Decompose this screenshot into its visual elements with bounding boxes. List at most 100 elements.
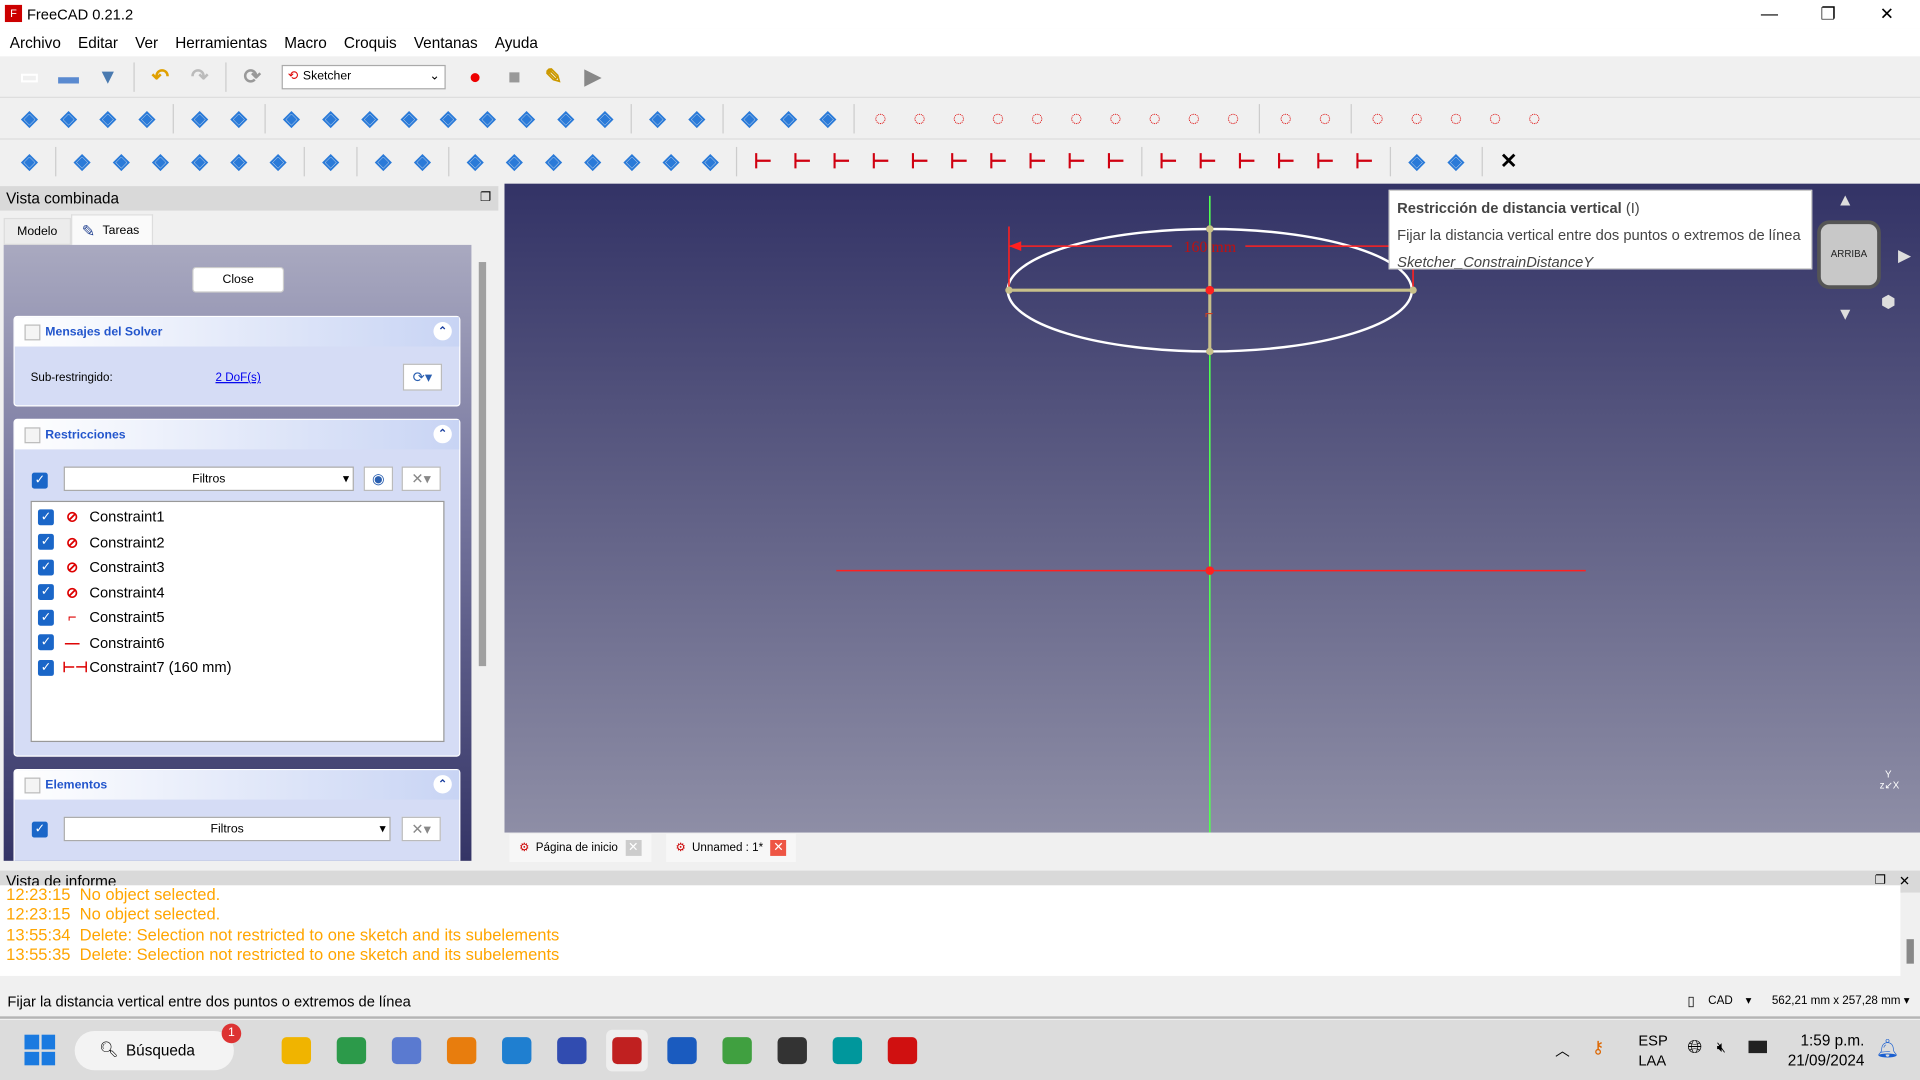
constraint-row[interactable]: ✓ ⊢⊣ Constraint7 (160 mm)	[32, 655, 443, 680]
view-section-icon[interactable]: ◈	[812, 102, 844, 134]
workbench-selector[interactable]: ⟲ Sketcher ⌄	[281, 64, 446, 89]
render-order-icon[interactable]: ◈	[407, 146, 439, 178]
whats-this-icon[interactable]: ◈	[681, 102, 713, 134]
vertex[interactable]	[1409, 286, 1417, 294]
snap-icon[interactable]: ◈	[367, 146, 399, 178]
select-origin-icon[interactable]: ◈	[184, 146, 216, 178]
constraints-filter-dropdown[interactable]: Filtros ▾	[63, 466, 354, 492]
nav-forward-icon[interactable]: ◈	[223, 102, 255, 134]
std-views-icon[interactable]: ◈	[276, 102, 308, 134]
chevron-up-icon[interactable]: ︿	[1555, 1040, 1570, 1061]
close-button[interactable]: Close	[192, 266, 285, 293]
vscode-app-icon[interactable]	[495, 1029, 537, 1071]
elements-filter-dropdown[interactable]: Filtros ▾	[63, 816, 391, 842]
move-icon[interactable]: ◈	[577, 146, 609, 178]
constrain-equal-icon[interactable]: ⊢	[1021, 146, 1053, 178]
navigation-cube[interactable]: ARRIBA	[1817, 220, 1881, 289]
constraint-checkbox[interactable]: ✓	[37, 659, 54, 676]
top-icon[interactable]: ◈	[432, 102, 464, 134]
right-icon[interactable]: ◈	[471, 102, 503, 134]
minimize-button[interactable]: —	[1741, 0, 1797, 28]
constraint-checkbox[interactable]: ✓	[37, 559, 54, 576]
tab-tareas[interactable]: ✎ Tareas	[70, 214, 153, 245]
macro-record-icon[interactable]: ●	[459, 61, 491, 93]
remove-axes-icon[interactable]: ◈	[694, 146, 726, 178]
close-tab-icon[interactable]: ✕	[625, 840, 642, 856]
bounding-box-icon[interactable]: ◈	[131, 102, 163, 134]
task-panel-scrollbar[interactable]	[476, 244, 489, 861]
close-window-button[interactable]: ✕	[1859, 0, 1915, 28]
external-icon[interactable]: ◌	[1440, 102, 1472, 134]
sketch-canvas[interactable]: 160 mm ⌐	[504, 184, 1920, 833]
constrain-radius-icon[interactable]: ⊢	[1309, 146, 1341, 178]
sketch-leave-icon[interactable]: ◈	[733, 102, 765, 134]
point-icon[interactable]: ◌	[864, 102, 896, 134]
tab-unnamed[interactable]: ⚙ Unnamed : 1* ✕	[665, 833, 797, 863]
menu-archivo[interactable]: Archivo	[10, 34, 61, 51]
constraint-row[interactable]: ✓ ⊘ Constraint4	[32, 580, 443, 605]
clone-icon[interactable]: ◈	[498, 146, 530, 178]
arduino-app-icon[interactable]	[826, 1029, 868, 1071]
conic-icon[interactable]: ◌	[1021, 102, 1053, 134]
select-constraints-icon[interactable]: ◈	[144, 146, 176, 178]
constrain-distance-y-icon[interactable]: ⊢	[1231, 146, 1263, 178]
macro-edit-icon[interactable]: ✎	[538, 61, 570, 93]
constraint-checkbox[interactable]: ✓	[37, 609, 54, 626]
fit-all-icon[interactable]: ◈	[13, 102, 45, 134]
open-file-icon[interactable]: ▬	[53, 61, 85, 93]
constrain-distance-icon[interactable]: ⊢	[1270, 146, 1302, 178]
tab-modelo[interactable]: Modelo	[3, 217, 71, 245]
polyline-icon[interactable]: ◌	[1100, 102, 1132, 134]
settings-dropdown[interactable]: ✕▾	[401, 466, 441, 492]
construction-icon[interactable]: ◌	[1518, 102, 1550, 134]
constraint-row[interactable]: ✓ ⊘ Constraint3	[32, 555, 443, 580]
kicad-app-icon[interactable]	[550, 1029, 592, 1071]
inkscape-app-icon[interactable]	[771, 1029, 813, 1071]
close-icon[interactable]: ✕	[1899, 871, 1910, 893]
constrain-tangent-icon[interactable]: ⊢	[982, 146, 1014, 178]
polygon-icon[interactable]: ◌	[1178, 102, 1210, 134]
menu-croquis[interactable]: Croquis	[344, 34, 397, 51]
network-icon[interactable]: 🌐︎	[1687, 1037, 1702, 1058]
split-icon[interactable]: ◌	[1401, 102, 1433, 134]
chrome-app-icon[interactable]	[330, 1029, 372, 1071]
mirror-icon[interactable]: ◈	[262, 146, 294, 178]
menu-editar[interactable]: Editar	[78, 34, 118, 51]
bottom-icon[interactable]: ◈	[550, 102, 582, 134]
new-file-icon[interactable]: ▭	[13, 61, 45, 93]
battery-icon[interactable]	[1748, 1040, 1767, 1054]
word-app-icon[interactable]	[661, 1029, 703, 1071]
line-icon[interactable]: ◌	[904, 102, 936, 134]
validate-icon[interactable]: ◈	[13, 146, 45, 178]
navcube-down-arrow-icon[interactable]: ▼	[1837, 304, 1854, 324]
array-icon[interactable]: ◈	[616, 146, 648, 178]
menu-herramientas[interactable]: Herramientas	[175, 34, 267, 51]
constraint-row[interactable]: ✓ ⊘ Constraint1	[32, 504, 443, 529]
close-tab-icon[interactable]: ✕	[770, 840, 787, 856]
constraint-checkbox[interactable]: ✓	[37, 584, 54, 601]
refresh-icon[interactable]: ⟳	[236, 61, 268, 93]
circle-icon[interactable]: ◌	[982, 102, 1014, 134]
tab-start-page[interactable]: ⚙ Página de inicio ✕	[509, 833, 651, 863]
save-file-icon[interactable]: ▼	[92, 61, 124, 93]
constrain-point-on-object-icon[interactable]: ⊢	[786, 146, 818, 178]
menu-ayuda[interactable]: Ayuda	[495, 34, 538, 51]
rear-icon[interactable]: ◈	[511, 102, 543, 134]
macro-run-icon[interactable]: ▶	[577, 61, 609, 93]
rectangle-icon[interactable]: ◌	[1139, 102, 1171, 134]
extend-icon[interactable]: ◌	[1362, 102, 1394, 134]
nav-style-dropdown[interactable]: CAD ▾	[1708, 994, 1751, 1007]
measure-icon[interactable]: ◈	[642, 102, 674, 134]
constrain-parallel-icon[interactable]: ⊢	[904, 146, 936, 178]
undock-icon[interactable]: ❐	[480, 186, 491, 210]
dof-link[interactable]: 2 DoF(s)	[216, 371, 261, 384]
ellipse-center[interactable]	[1205, 285, 1215, 295]
toggle-driving-icon[interactable]: ◈	[1401, 146, 1433, 178]
settings-dropdown[interactable]: ✕▾	[401, 816, 441, 842]
dimensions-readout[interactable]: 562,21 mm x 257,28 mm ▾	[1772, 994, 1910, 1007]
arc-icon[interactable]: ◌	[943, 102, 975, 134]
constrain-horizontal-icon[interactable]: ⊢	[864, 146, 896, 178]
maximize-button[interactable]: ❐	[1800, 0, 1856, 28]
select-all-checkbox[interactable]: ✓	[31, 472, 48, 489]
collapse-icon[interactable]: ⌃	[433, 424, 452, 444]
